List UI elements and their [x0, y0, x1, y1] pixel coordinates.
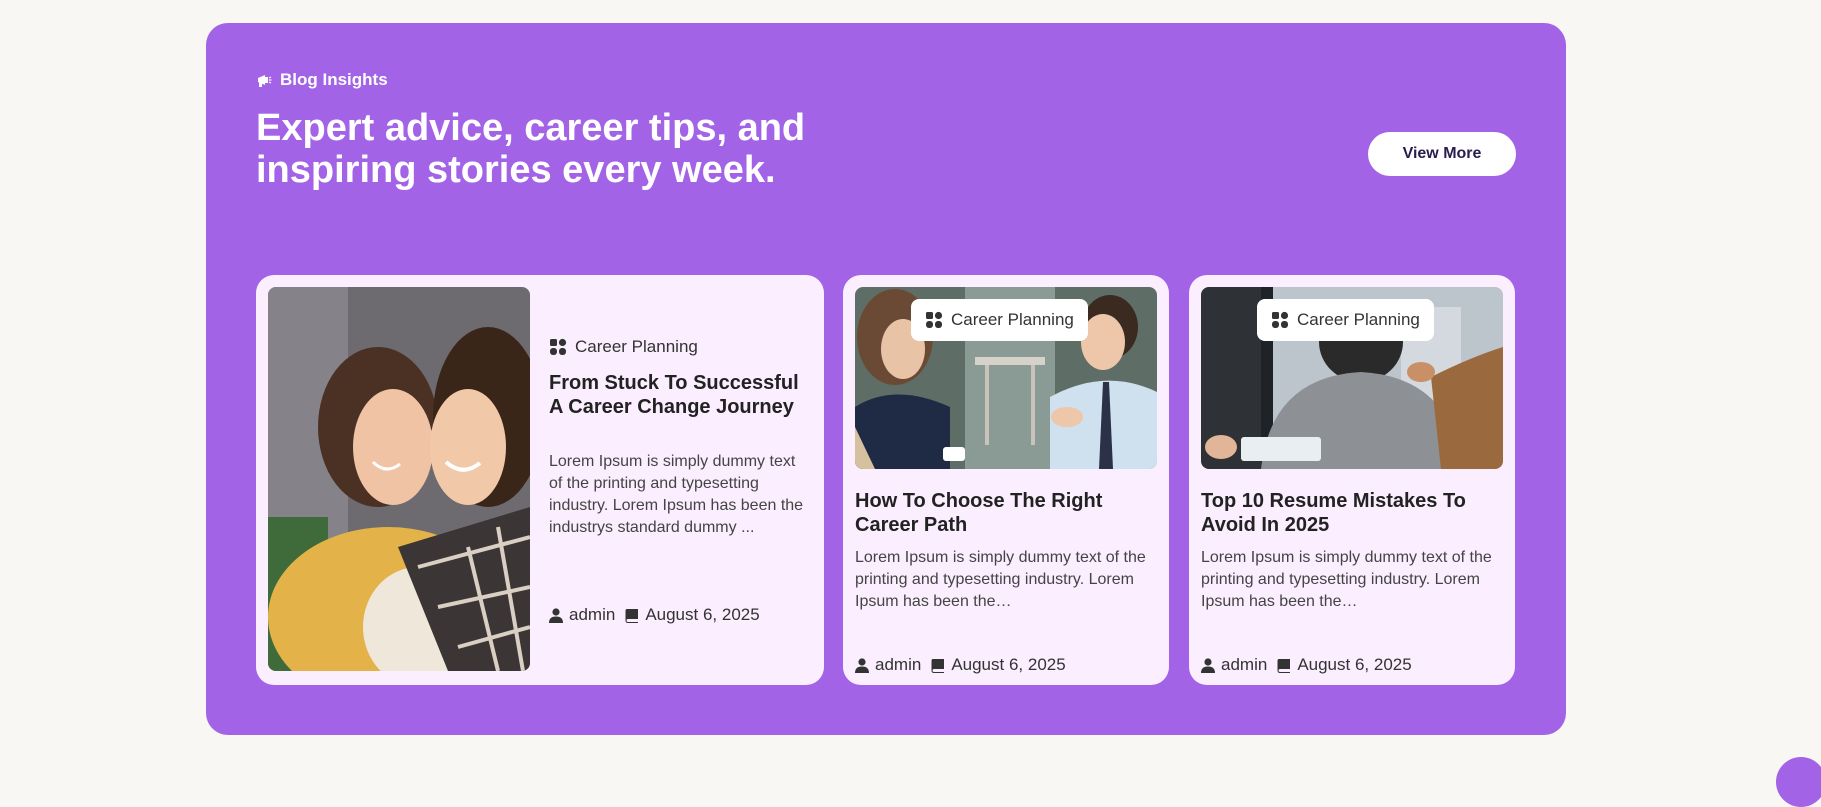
- eyebrow-label: Blog Insights: [280, 70, 388, 89]
- post-title[interactable]: From Stuck To Successful A Career Change…: [549, 371, 799, 419]
- user-icon: [1201, 657, 1215, 673]
- date-text: August 6, 2025: [1297, 655, 1412, 674]
- megaphone-icon: [258, 75, 272, 87]
- category-label: Career Planning: [951, 310, 1074, 329]
- post-excerpt: Lorem Ipsum is simply dummy text of the …: [1201, 549, 1492, 610]
- book-icon: [931, 658, 945, 673]
- book-icon: [1277, 658, 1291, 673]
- date-text: August 6, 2025: [645, 605, 760, 624]
- grid-icon: [550, 338, 567, 355]
- date-text: August 6, 2025: [951, 655, 1066, 674]
- blog-section: Blog Insights Expert advice, career tips…: [206, 23, 1566, 735]
- post-date: August 6, 2025: [1277, 655, 1412, 675]
- post-date: August 6, 2025: [625, 605, 760, 625]
- post-image-two-women-smiling[interactable]: [268, 287, 530, 671]
- post-category[interactable]: Career Planning: [1257, 299, 1434, 341]
- post-author[interactable]: admin: [855, 655, 921, 675]
- post-meta: admin August 6, 2025: [1201, 655, 1412, 675]
- section-headline: Expert advice, career tips, and inspirin…: [256, 107, 806, 191]
- grid-icon: [926, 311, 943, 328]
- view-more-button[interactable]: View More: [1368, 132, 1516, 176]
- post-title[interactable]: How To Choose The Right Career Path: [855, 489, 1155, 537]
- post-card[interactable]: Career Planning Top 10 Resume Mistakes T…: [1189, 275, 1515, 685]
- post-card[interactable]: Career Planning How To Choose The Right …: [843, 275, 1169, 685]
- post-excerpt: Lorem Ipsum is simply dummy text of the …: [855, 549, 1146, 610]
- author-name: admin: [569, 605, 616, 624]
- post-excerpt: Lorem Ipsum is simply dummy text of the …: [549, 453, 804, 536]
- category-label: Career Planning: [1297, 310, 1420, 329]
- scroll-top-button[interactable]: [1776, 757, 1821, 807]
- author-name: admin: [875, 655, 922, 674]
- category-label: Career Planning: [575, 337, 698, 356]
- post-title[interactable]: Top 10 Resume Mistakes To Avoid In 2025: [1201, 489, 1501, 537]
- user-icon: [549, 607, 563, 623]
- post-meta: admin August 6, 2025: [549, 605, 760, 625]
- post-date: August 6, 2025: [931, 655, 1066, 675]
- post-category[interactable]: Career Planning: [911, 299, 1088, 341]
- user-icon: [855, 657, 869, 673]
- book-icon: [625, 608, 639, 623]
- author-name: admin: [1221, 655, 1268, 674]
- eyebrow: Blog Insights: [256, 70, 388, 90]
- post-meta: admin August 6, 2025: [855, 655, 1066, 675]
- post-card-featured[interactable]: Career Planning From Stuck To Successful…: [256, 275, 824, 685]
- post-author[interactable]: admin: [549, 605, 615, 625]
- grid-icon: [1272, 311, 1289, 328]
- post-category[interactable]: Career Planning: [549, 337, 698, 357]
- post-author[interactable]: admin: [1201, 655, 1267, 675]
